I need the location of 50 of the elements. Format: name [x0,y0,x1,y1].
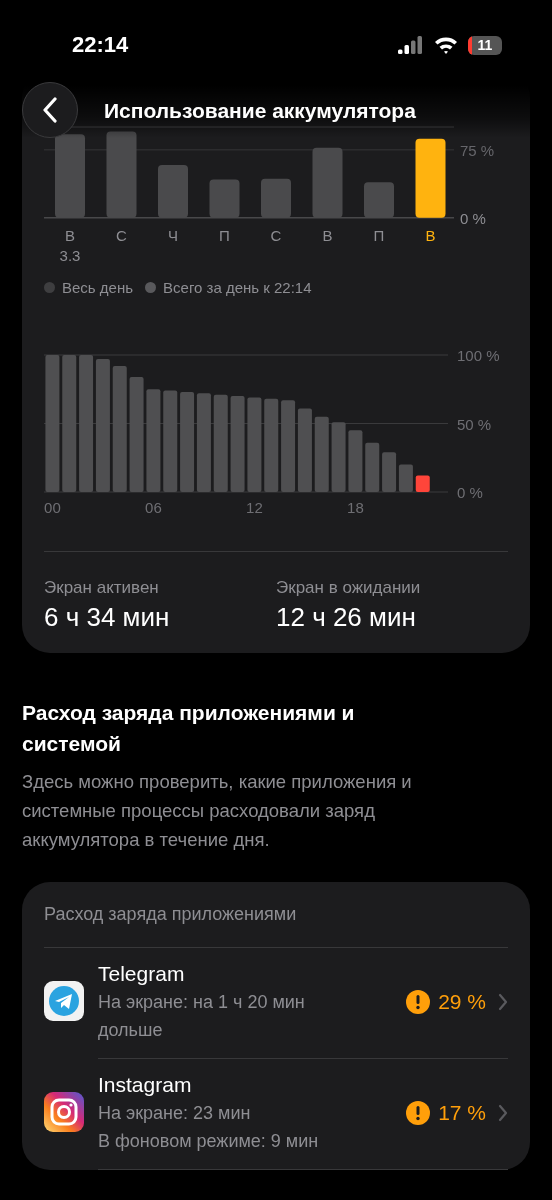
axis-label: В [322,227,333,244]
app-detail: На экране: на 1 ч 20 мин дольше [98,991,306,1042]
app-detail: На экране: 23 мин [98,1102,252,1125]
axis-label: 0 % [460,209,486,227]
legend-label: Всего за день к 22:14 [163,279,312,296]
stat-label: Экран в ожидании [276,578,422,598]
axis-label: П [219,227,230,244]
section-description: Здесь можно проверить, какие приложения и системные процессы расходовали заряд аккумулятора в течение дня. [22,770,413,852]
axis-label: В [65,227,75,244]
usage-percent: 29 % [438,990,486,1014]
axis-label: С [116,227,127,244]
app-detail: В фоновом режиме: 9 мин [98,1130,320,1153]
section-title: Расход заряда приложениями и системой [22,700,356,757]
screen-title: Использование аккумулятора [104,99,416,121]
battery-icon: 11 [468,35,502,55]
paper-plane-icon [44,980,84,1021]
axis-label: 0 % [457,484,483,501]
axis-label: В [425,227,436,244]
axis-label: 00 [44,499,61,515]
bar [331,422,346,492]
bar [382,452,397,492]
bar [398,464,413,492]
axis-label: 06 [145,499,162,515]
wifi-icon [434,36,458,54]
usage-percent: 17 % [438,1101,486,1125]
axis-label: Ч [168,227,178,244]
app-name: Instagram [98,1072,193,1098]
camera-icon [44,1091,84,1132]
axis-label: 100 % [457,347,500,364]
axis-label: С [270,227,282,244]
axis-label: 50 % [457,415,492,433]
axis-label: 3.3 [59,247,81,264]
stat-label: Экран активен [44,578,160,598]
axis-label: 12 [246,499,263,515]
legend-label: Весь день [62,279,134,296]
stat-value: 6 ч 34 мин [44,602,171,633]
signal-icon [398,36,424,54]
axis-label: П [373,227,385,244]
axis-label: 75 % [460,141,495,159]
chevron-icon [498,993,508,1011]
card-title: Расход заряда приложениями [44,904,508,948]
stat-value: 12 ч 26 мин [276,602,417,633]
bar [348,430,363,492]
app-name: Telegram [98,961,186,987]
status-time: 22:14 [72,32,129,58]
axis-label: 18 [347,499,364,515]
chevron-icon [498,1104,508,1122]
bar [415,475,430,492]
back-chevron-icon [42,97,58,123]
bar [365,442,380,492]
